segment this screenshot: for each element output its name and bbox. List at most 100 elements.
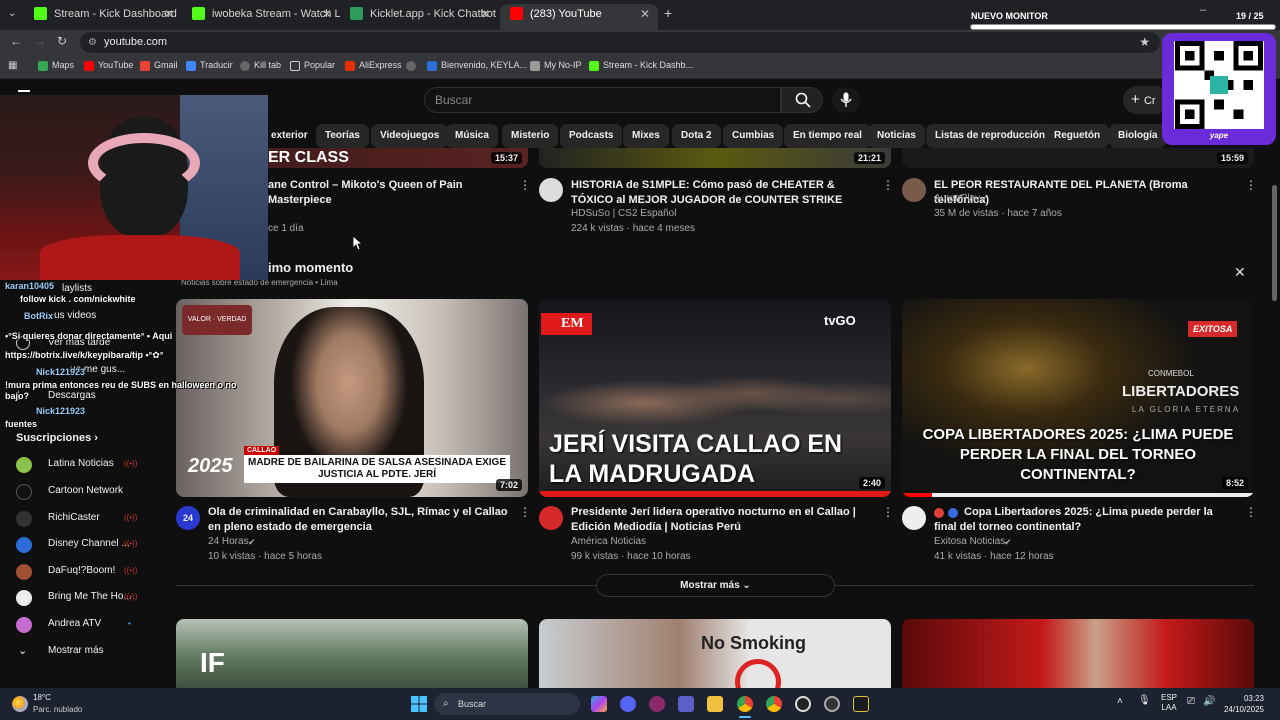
url-field[interactable]: ⚙ youtube.com ★ bbox=[80, 32, 1160, 53]
app-icon[interactable] bbox=[649, 696, 665, 712]
tray-chevron-icon[interactable]: ˄ bbox=[1117, 696, 1123, 707]
chip-misterio[interactable]: Misterio bbox=[502, 124, 559, 148]
close-icon[interactable]: ✕ bbox=[480, 4, 490, 24]
new-tab-button[interactable]: + bbox=[664, 5, 672, 21]
file-explorer-icon[interactable] bbox=[707, 696, 723, 712]
chip-biologia[interactable]: Biología bbox=[1109, 124, 1167, 148]
close-icon[interactable]: ✕ bbox=[322, 4, 332, 24]
minimize-icon[interactable]: – bbox=[1200, 4, 1206, 16]
news-thumbnail[interactable]: VALOR · VERDAD CALLAO 2025 MADRE DE BAIL… bbox=[176, 299, 528, 497]
more-options-icon[interactable]: ⋮ bbox=[882, 178, 894, 192]
chip-listas[interactable]: Listas de reproducción bbox=[926, 124, 1055, 148]
weather-icon[interactable] bbox=[12, 696, 28, 712]
channel-name[interactable]: AuronPlay bbox=[934, 193, 980, 204]
reload-icon[interactable]: ↻ bbox=[57, 34, 67, 48]
tab-iwobeka-stream[interactable]: iwobeka Stream - Watch Live o ✕ bbox=[182, 4, 340, 30]
chip-dota-2[interactable]: Dota 2 bbox=[672, 124, 721, 148]
obs-icon[interactable] bbox=[795, 696, 811, 712]
sidebar-sub-latina-noticias[interactable]: Latina Noticias ((•)) bbox=[0, 452, 170, 478]
chrome-icon[interactable] bbox=[737, 696, 753, 712]
bookmark-kill-tab[interactable]: Kill tab bbox=[240, 60, 281, 71]
channel-avatar[interactable] bbox=[539, 506, 563, 530]
copilot-icon[interactable] bbox=[591, 696, 607, 712]
news-thumbnail[interactable]: EXITOSA CONMEBOL LIBERTADORES LA GLORIA … bbox=[902, 299, 1254, 497]
discord-icon[interactable] bbox=[620, 696, 636, 712]
close-section-icon[interactable]: ✕ bbox=[1234, 264, 1246, 281]
forward-icon[interactable]: → bbox=[34, 34, 46, 48]
tab-kicklet[interactable]: Kicklet.app - Kick Chatbot and ✕ bbox=[340, 4, 498, 30]
channel-name[interactable]: HDSuSo | CS2 Español bbox=[571, 208, 676, 219]
close-icon[interactable]: ✕ bbox=[164, 4, 174, 24]
bookmark-aliexpress[interactable]: AliExpress bbox=[345, 60, 402, 71]
sidebar-sub-richicaster[interactable]: RichiCaster ((•)) bbox=[0, 506, 170, 532]
subscriptions-header[interactable]: Suscripciones › bbox=[16, 432, 98, 444]
network-icon[interactable]: ⎚ bbox=[1187, 696, 1195, 707]
chip-teorias[interactable]: Teorías bbox=[316, 124, 369, 148]
star-icon[interactable]: ★ bbox=[1139, 32, 1150, 53]
tab-youtube[interactable]: (283) YouTube ✕ bbox=[500, 4, 658, 30]
chip-cumbias[interactable]: Cumbias bbox=[723, 124, 784, 148]
chip-mixes[interactable]: Mixes bbox=[623, 124, 669, 148]
taskbar-search[interactable]: ⌕ Buscar bbox=[434, 693, 580, 715]
more-options-icon[interactable]: ⋮ bbox=[519, 178, 531, 192]
chip-exterior[interactable]: exterior bbox=[262, 124, 317, 148]
search-button[interactable] bbox=[781, 87, 823, 113]
video-title[interactable]: Presidente Jerí lidera operativo nocturn… bbox=[571, 505, 871, 535]
channel-name[interactable]: 24 Horas bbox=[208, 536, 249, 547]
chip-en-tiempo-real[interactable]: En tiempo real bbox=[784, 124, 871, 148]
channel-avatar[interactable]: 24 bbox=[176, 506, 200, 530]
site-info-icon[interactable]: ⚙ bbox=[88, 32, 97, 53]
more-options-icon[interactable]: ⋮ bbox=[1245, 178, 1257, 192]
more-options-icon[interactable]: ⋮ bbox=[882, 505, 894, 519]
chip-musica[interactable]: Música bbox=[446, 124, 498, 148]
bookmark-maps[interactable]: Maps bbox=[38, 60, 74, 71]
voice-search-button[interactable] bbox=[832, 87, 860, 113]
bookmark-popular[interactable]: Popular bbox=[290, 60, 335, 71]
video-title[interactable]: ane Control – Mikoto's Queen of Pain Mas… bbox=[268, 178, 508, 208]
more-options-icon[interactable]: ⋮ bbox=[519, 505, 531, 519]
chip-podcasts[interactable]: Podcasts bbox=[560, 124, 623, 148]
channel-name[interactable]: Exitosa Noticias bbox=[934, 536, 1005, 547]
sidebar-sub-disney-channel[interactable]: Disney Channel ... ((•)) bbox=[0, 532, 170, 558]
bookmark-bienvenido[interactable]: Bienvenido, KEYLA... bbox=[427, 60, 527, 71]
chip-noticias[interactable]: Noticias bbox=[868, 124, 925, 148]
chip-videojuegos[interactable]: Videojuegos bbox=[371, 124, 449, 148]
channel-avatar[interactable] bbox=[539, 178, 563, 202]
channel-avatar[interactable] bbox=[902, 178, 926, 202]
search-input[interactable]: Buscar bbox=[424, 87, 781, 113]
volume-icon[interactable]: 🔊 bbox=[1203, 696, 1215, 707]
bookmark-noip[interactable]: My No-IP bbox=[530, 60, 582, 71]
sidebar-sub-dafuq-boom[interactable]: DaFuq!?Boom! ((•)) bbox=[0, 559, 170, 585]
hamburger-menu-icon[interactable] bbox=[18, 90, 30, 92]
video-thumbnail[interactable]: IF bbox=[176, 619, 528, 688]
video-title[interactable]: Copa Libertadores 2025: ¿Lima puede perd… bbox=[934, 505, 1234, 535]
sidebar-sub-cartoon-network[interactable]: Cartoon Network bbox=[0, 479, 170, 505]
microphone-icon[interactable]: 🎙 bbox=[1138, 695, 1151, 706]
close-icon[interactable]: ✕ bbox=[640, 4, 650, 24]
channel-avatar[interactable] bbox=[902, 506, 926, 530]
video-thumbnail[interactable]: 15:59 bbox=[902, 148, 1254, 168]
chrome-icon[interactable] bbox=[766, 696, 782, 712]
apps-grid-icon[interactable]: ▦ bbox=[8, 60, 17, 71]
app-icon[interactable] bbox=[853, 696, 869, 712]
windows-start-icon[interactable] bbox=[411, 696, 427, 712]
bookmark-youtube[interactable]: YouTube bbox=[84, 60, 133, 71]
video-thumbnail[interactable]: 21:21 bbox=[539, 148, 891, 168]
show-more-button[interactable]: Mostrar más ⌄ bbox=[596, 574, 835, 597]
video-thumbnail[interactable]: No Smoking bbox=[539, 619, 891, 688]
sidebar-sub-andrea-atv[interactable]: Andrea ATV • bbox=[0, 612, 170, 638]
bookmark-traducir[interactable]: Traducir bbox=[186, 60, 233, 71]
back-icon[interactable]: ← bbox=[10, 34, 22, 48]
bookmark-kick-dashboard[interactable]: Stream - Kick Dashb... bbox=[589, 60, 693, 71]
video-title[interactable]: HISTORIA de S1MPLE: Cómo pasó de CHEATER… bbox=[571, 178, 871, 208]
page-scrollbar[interactable] bbox=[1272, 185, 1277, 301]
news-thumbnail[interactable]: EM tvGO JERÍ VISITA CALLAO EN LA MADRUGA… bbox=[539, 299, 891, 497]
video-thumbnail[interactable] bbox=[902, 619, 1254, 688]
app-icon[interactable] bbox=[824, 696, 840, 712]
chip-regueton[interactable]: Reguetón bbox=[1045, 124, 1110, 148]
channel-name[interactable]: América Noticias bbox=[571, 536, 646, 547]
sidebar-show-more[interactable]: ⌄ Mostrar más bbox=[0, 639, 170, 665]
clock[interactable]: 03:23 24/10/2025 bbox=[1222, 693, 1264, 715]
bookmark-gmail[interactable]: Gmail bbox=[140, 60, 178, 71]
tab-search-icon[interactable]: ⌄ bbox=[8, 8, 20, 20]
